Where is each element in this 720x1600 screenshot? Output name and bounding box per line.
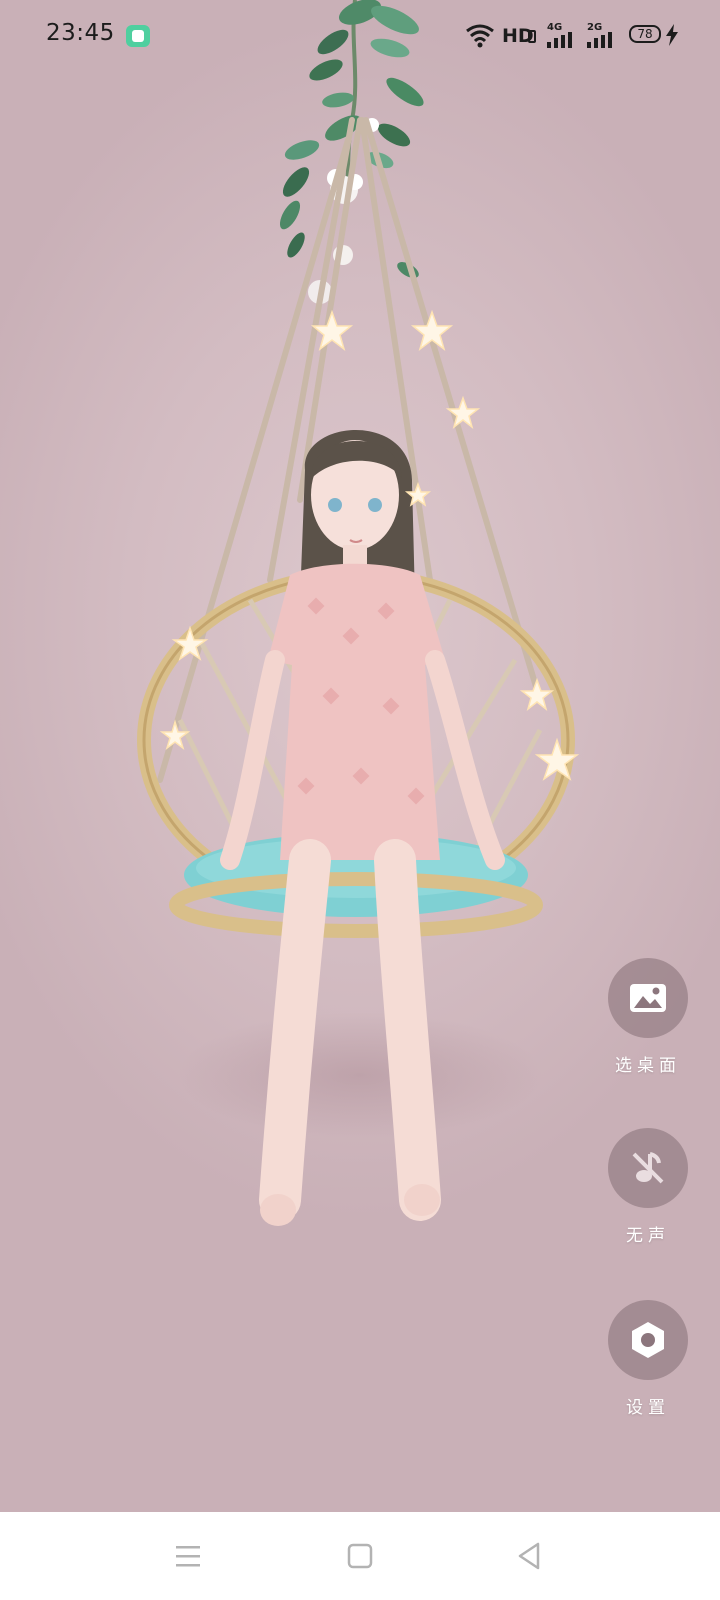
status-bar: 23:45 HD 4G 2G 78 (0, 0, 720, 72)
signal-2g-icon (587, 32, 612, 48)
image-icon (630, 984, 666, 1012)
wifi-icon (466, 24, 494, 48)
choose-desktop-label: 选桌面 (615, 1056, 681, 1076)
signal-4g-icon (547, 32, 572, 48)
green-app-icon (126, 25, 150, 47)
back-triangle-icon[interactable] (514, 1540, 546, 1572)
mute-label: 无声 (626, 1226, 670, 1246)
clock: 23:45 (46, 20, 115, 46)
settings-button[interactable] (608, 1300, 688, 1380)
mute-music-icon (632, 1152, 664, 1184)
wallpaper-scene-illustration (137, 0, 580, 1226)
mute-action[interactable]: 无声 (608, 1128, 688, 1246)
hd-sub-icon (528, 30, 536, 43)
anime-girl-figure (220, 430, 505, 1226)
status-icons: HD 4G 2G 78 (465, 22, 680, 50)
settings-action[interactable]: 设置 (608, 1300, 688, 1418)
menu-icon[interactable] (172, 1540, 204, 1572)
home-square-icon[interactable] (344, 1540, 376, 1572)
navigation-bar (0, 1512, 720, 1600)
choose-desktop-action[interactable]: 选桌面 (608, 958, 688, 1076)
battery-icon: 78 (629, 25, 661, 43)
settings-label: 设置 (626, 1398, 670, 1418)
settings-hexagon-icon (632, 1322, 664, 1358)
charging-bolt-icon (666, 24, 678, 46)
choose-desktop-button[interactable] (608, 958, 688, 1038)
mute-button[interactable] (608, 1128, 688, 1208)
